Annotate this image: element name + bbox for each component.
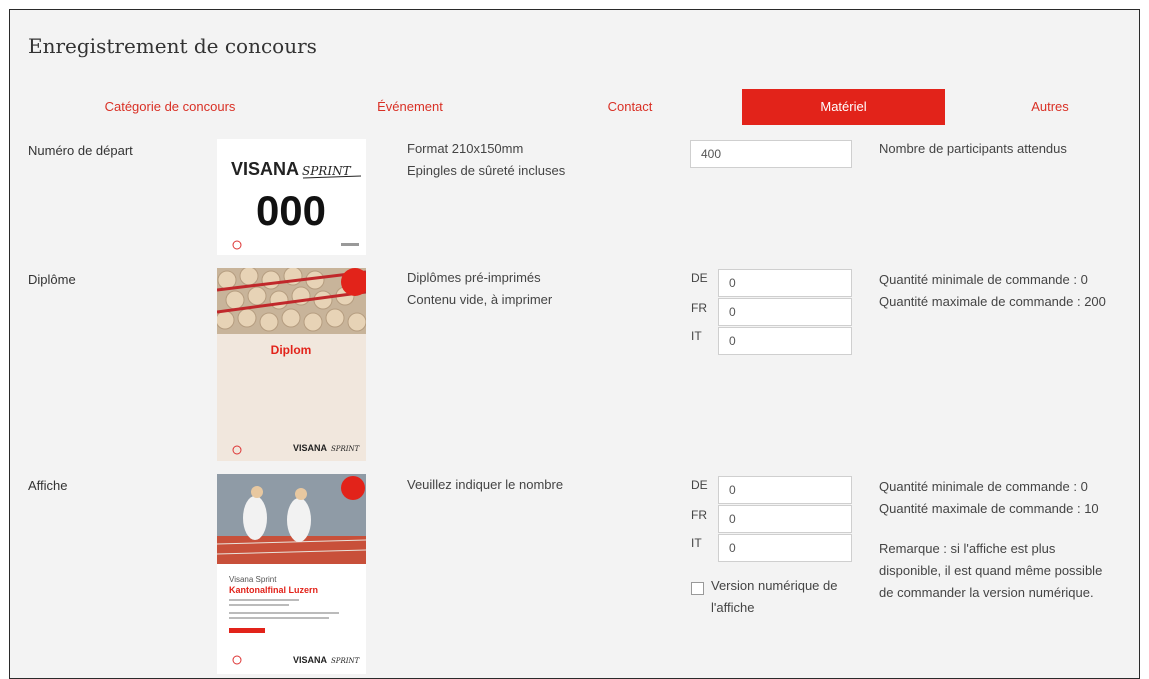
tab-competition-category[interactable]: Catégorie de concours bbox=[50, 89, 290, 125]
poster-lang-de-label: DE bbox=[691, 478, 708, 492]
digital-version-label[interactable]: Version numérique de l'affiche bbox=[711, 575, 837, 619]
digital-version-checkbox[interactable] bbox=[691, 582, 704, 595]
registration-panel: Enregistrement de concours Catégorie de … bbox=[9, 9, 1140, 679]
diploma-description: Diplômes pré-imprimés Contenu vide, à im… bbox=[407, 267, 552, 311]
start-number-quantity-input[interactable]: 400 bbox=[690, 140, 852, 168]
tab-material[interactable]: Matériel bbox=[742, 89, 945, 125]
digital-version-label-line: l'affiche bbox=[711, 600, 755, 615]
diploma-brand-text: VISANA bbox=[293, 443, 328, 453]
poster-de-input[interactable]: 0 bbox=[718, 476, 852, 504]
diploma-de-input[interactable]: 0 bbox=[718, 269, 852, 297]
poster-remark: Remarque : si l'affiche est plus disponi… bbox=[879, 538, 1102, 604]
poster-remark-line: disponible, il est quand même possible bbox=[879, 563, 1103, 578]
poster-min-quantity: Quantité minimale de commande : 0 bbox=[879, 479, 1088, 494]
poster-label: Affiche bbox=[28, 478, 68, 493]
poster-description: Veuillez indiquer le nombre bbox=[407, 477, 564, 492]
diploma-image-title: Diplom bbox=[271, 343, 312, 357]
start-number-image: VISANA SPRINT 000 bbox=[217, 139, 366, 255]
diploma-label: Diplôme bbox=[28, 272, 76, 287]
visana-brand-text: VISANA bbox=[231, 159, 299, 179]
start-number-description: Format 210x150mm Epingles de sûreté incl… bbox=[407, 138, 565, 182]
tab-others[interactable]: Autres bbox=[970, 89, 1130, 125]
expected-participants-note: Nombre de participants attendus bbox=[879, 141, 1067, 156]
poster-quantity-notes: Quantité minimale de commande : 0 Quanti… bbox=[879, 476, 1099, 520]
diploma-max-quantity: Quantité maximale de commande : 200 bbox=[879, 294, 1106, 309]
start-number-label: Numéro de départ bbox=[28, 143, 133, 158]
tab-contact[interactable]: Contact bbox=[570, 89, 690, 125]
diploma-fr-input[interactable]: 0 bbox=[718, 298, 852, 326]
diploma-lang-it-label: IT bbox=[691, 329, 702, 343]
poster-lang-it-label: IT bbox=[691, 536, 702, 550]
poster-image-subtitle: Visana Sprint bbox=[229, 575, 277, 584]
sprint-brand-text: SPRINT bbox=[302, 164, 352, 178]
diploma-it-input[interactable]: 0 bbox=[718, 327, 852, 355]
start-number-desc-line: Format 210x150mm bbox=[407, 141, 524, 156]
poster-image-title: Kantonalfinal Luzern bbox=[229, 585, 318, 595]
diploma-lang-de-label: DE bbox=[691, 271, 708, 285]
poster-fr-input[interactable]: 0 bbox=[718, 505, 852, 533]
diploma-desc-line: Contenu vide, à imprimer bbox=[407, 292, 553, 307]
page-title: Enregistrement de concours bbox=[28, 34, 317, 58]
diploma-image: Diplom VISANA SPRINT bbox=[217, 268, 366, 461]
diploma-min-quantity: Quantité minimale de commande : 0 bbox=[879, 272, 1088, 287]
poster-it-input[interactable]: 0 bbox=[718, 534, 852, 562]
diploma-brand-sub-text: SPRINT bbox=[331, 445, 361, 453]
poster-lang-fr-label: FR bbox=[691, 508, 707, 522]
diploma-lang-fr-label: FR bbox=[691, 301, 707, 315]
poster-image: Visana Sprint Kantonalfinal Luzern VISAN… bbox=[217, 474, 366, 674]
diploma-quantity-notes: Quantité minimale de commande : 0 Quanti… bbox=[879, 269, 1106, 313]
bib-number-text: 000 bbox=[256, 187, 326, 234]
poster-remark-line: Remarque : si l'affiche est plus bbox=[879, 541, 1056, 556]
poster-max-quantity: Quantité maximale de commande : 10 bbox=[879, 501, 1099, 516]
poster-remark-line: de commander la version numérique. bbox=[879, 585, 1094, 600]
digital-version-label-line: Version numérique de bbox=[711, 578, 838, 593]
start-number-desc-line: Epingles de sûreté incluses bbox=[407, 163, 566, 178]
tab-event[interactable]: Événement bbox=[340, 89, 480, 125]
diploma-desc-line: Diplômes pré-imprimés bbox=[407, 270, 541, 285]
